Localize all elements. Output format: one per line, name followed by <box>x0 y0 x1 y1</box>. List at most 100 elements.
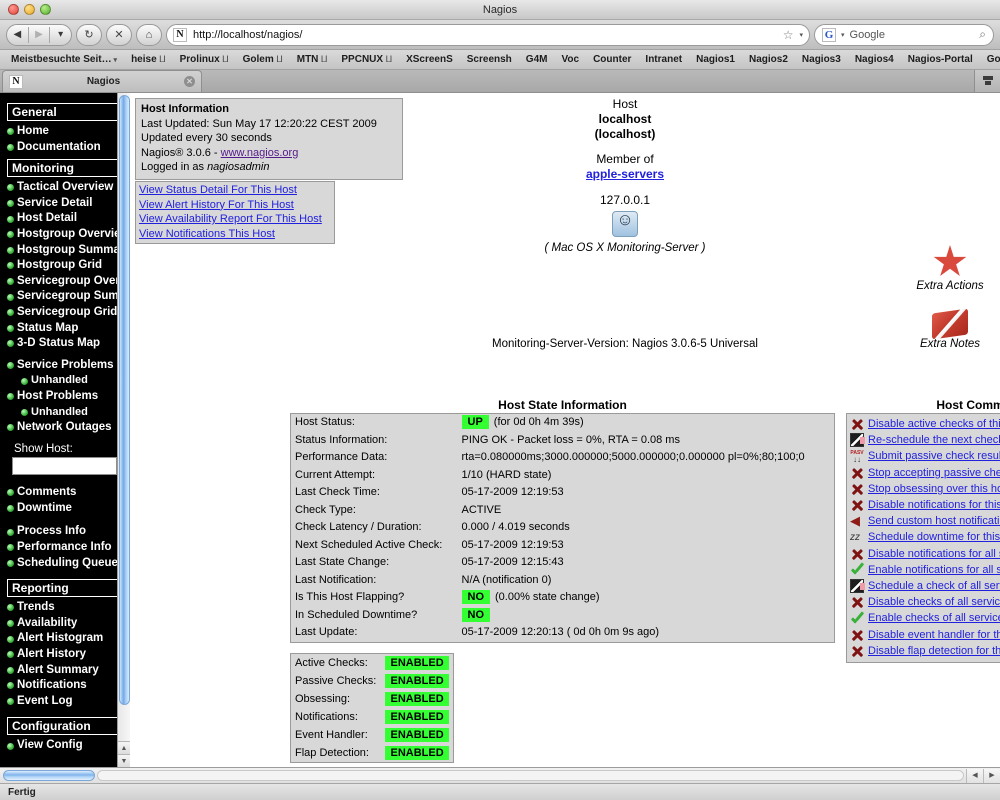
sidebar-item-event-log[interactable]: Event Log <box>4 694 128 710</box>
extra-notes-block[interactable]: Extra Notes <box>902 308 998 350</box>
reload-button[interactable]: ↻ <box>76 23 102 46</box>
extra-actions-block[interactable]: Extra Actions <box>902 245 998 292</box>
bookmark-item[interactable]: G4M <box>519 54 555 65</box>
bookmark-item[interactable]: Nagios3 <box>795 54 848 65</box>
sidebar-item-network-outages[interactable]: Network Outages <box>4 420 128 436</box>
sidebar-item-host-problems[interactable]: Host Problems <box>4 389 128 405</box>
horizontal-scroll-thumb[interactable] <box>3 770 95 781</box>
horizontal-scroll-track[interactable] <box>97 770 964 781</box>
sidebar-item-trends[interactable]: Trends <box>4 600 128 616</box>
chevron-down-icon[interactable]: ▾ <box>799 31 803 39</box>
host-command-link[interactable]: Enable notifications for all services on… <box>868 562 1000 578</box>
forward-button[interactable]: ▶ <box>29 25 50 45</box>
host-command-row[interactable]: Disable event handler for this host <box>850 627 1000 643</box>
bookmark-item[interactable]: XScreenS <box>399 54 460 65</box>
sidebar-scroll-thumb[interactable] <box>118 95 130 705</box>
home-button[interactable]: ⌂ <box>136 23 162 46</box>
bookmark-item[interactable]: heise ⨿ <box>124 54 173 65</box>
host-command-row[interactable]: Schedule downtime for this host <box>850 529 1000 546</box>
search-box[interactable]: G ▾ Google ⌕ <box>814 23 994 46</box>
host-command-row[interactable]: Send custom host notification <box>850 513 1000 529</box>
url-text[interactable]: http://localhost/nagios/ <box>193 29 777 41</box>
tab-list-button[interactable] <box>974 70 1000 92</box>
sidebar-item-hostgroup-grid[interactable]: Hostgroup Grid <box>4 258 128 274</box>
notes-icon[interactable] <box>932 308 968 340</box>
sidebar-item-downtime[interactable]: Downtime <box>4 501 128 517</box>
bookmark-item[interactable]: Nagios-Portal <box>901 54 980 65</box>
sidebar-item-hostgroup-overview[interactable]: Hostgroup Overview <box>4 227 129 243</box>
host-command-row[interactable]: Stop accepting passive checks for this h… <box>850 465 1000 481</box>
hostgroup-link[interactable]: apple-servers <box>586 167 664 181</box>
host-command-link[interactable]: Disable event handler for this host <box>868 627 1000 643</box>
sidebar-item-home[interactable]: Home <box>4 124 128 140</box>
sidebar-item-3-d-status-map[interactable]: 3-D Status Map <box>4 336 128 352</box>
sidebar-item-servicegroup-grid[interactable]: Servicegroup Grid <box>4 305 128 321</box>
host-command-link[interactable]: Submit passive check result for this hos… <box>868 448 1000 464</box>
sidebar-item-alert-histogram[interactable]: Alert Histogram <box>4 631 128 647</box>
host-command-link[interactable]: Disable notifications for this host <box>868 497 1000 513</box>
host-command-row[interactable]: Schedule a check of all services on this… <box>850 578 1000 594</box>
quick-link[interactable]: View Status Detail For This Host <box>139 183 331 198</box>
bookmark-item[interactable]: PPCNUX ⨿ <box>334 54 399 65</box>
sidebar-item-alert-summary[interactable]: Alert Summary <box>4 663 128 679</box>
host-command-link[interactable]: Schedule downtime for this host <box>868 529 1000 545</box>
search-input[interactable]: Google <box>850 29 975 41</box>
sidebar-item-status-map[interactable]: Status Map <box>4 321 128 337</box>
sidebar-item-tactical-overview[interactable]: Tactical Overview <box>4 180 128 196</box>
nagios-website-link[interactable]: www.nagios.org <box>221 147 299 159</box>
host-command-row[interactable]: Stop obsessing over this host <box>850 481 1000 497</box>
search-engine-chevron-icon[interactable]: ▾ <box>841 31 845 39</box>
bookmark-item[interactable]: Nagios4 <box>848 54 901 65</box>
sidebar-item-hostgroup-summary[interactable]: Hostgroup Summary <box>4 243 130 259</box>
sidebar-item-documentation[interactable]: Documentation <box>4 140 128 156</box>
scroll-left-icon[interactable]: ◀ <box>966 768 983 783</box>
back-button[interactable]: ◀ <box>7 25 28 45</box>
sidebar-item-host-detail[interactable]: Host Detail <box>4 211 128 227</box>
sidebar-item-availability[interactable]: Availability <box>4 616 128 632</box>
sidebar-item-alert-history[interactable]: Alert History <box>4 647 128 663</box>
sidebar-item-scheduling-queue[interactable]: Scheduling Queue <box>4 556 128 572</box>
quick-link[interactable]: View Availability Report For This Host <box>139 212 331 227</box>
bookmark-item[interactable]: MTN ⨿ <box>290 54 335 65</box>
back-forward-group[interactable]: ◀ ▶ ▾ <box>6 23 72 46</box>
host-command-link[interactable]: Disable flap detection for this host <box>868 643 1000 659</box>
scroll-up-icon[interactable]: ▲ <box>117 741 130 754</box>
sidebar-item-service-detail[interactable]: Service Detail <box>4 196 128 212</box>
sidebar-item-servicegroup-summary[interactable]: Servicegroup Summary <box>4 289 130 305</box>
bookmark-item[interactable]: Meistbesuchte Seit… ▾ <box>4 54 124 65</box>
sidebar-scroll-buttons[interactable]: ▲ ▼ <box>117 741 130 767</box>
host-command-link[interactable]: Send custom host notification <box>868 513 1000 529</box>
host-command-link[interactable]: Re-schedule the next check of this host <box>868 432 1000 448</box>
host-command-link[interactable]: Stop accepting passive checks for this h… <box>868 465 1000 481</box>
host-command-link[interactable]: Enable checks of all services on this ho… <box>868 610 1000 626</box>
quick-link[interactable]: View Alert History For This Host <box>139 198 331 213</box>
tab-nagios[interactable]: N Nagios ✕ <box>2 70 202 92</box>
host-command-row[interactable]: Disable notifications for this host <box>850 497 1000 513</box>
history-dropdown-button[interactable]: ▾ <box>50 25 71 45</box>
sidebar-item-servicegroup-overview[interactable]: Servicegroup Overview <box>4 274 130 290</box>
host-command-row[interactable]: Disable checks of all services on this h… <box>850 594 1000 610</box>
host-command-link[interactable]: Schedule a check of all services on this… <box>868 578 1000 594</box>
bookmark-item[interactable]: Golem ⨿ <box>236 54 290 65</box>
host-command-row[interactable]: Enable checks of all services on this ho… <box>850 610 1000 626</box>
page-horizontal-scrollbar[interactable]: ◀ ▶ <box>0 767 1000 783</box>
bookmark-item[interactable]: Nagios1 <box>689 54 742 65</box>
sidebar-item-view-config[interactable]: View Config <box>4 738 128 754</box>
bookmark-item[interactable]: Screensh <box>460 54 519 65</box>
host-command-row[interactable]: Disable notifications for all services o… <box>850 546 1000 562</box>
bookmark-item[interactable]: Google Analytics <box>980 54 1000 65</box>
host-command-link[interactable]: Disable checks of all services on this h… <box>868 594 1000 610</box>
host-command-row[interactable]: Enable notifications for all services on… <box>850 562 1000 578</box>
sidebar-item-performance-info[interactable]: Performance Info <box>4 540 128 556</box>
host-command-link[interactable]: Stop obsessing over this host <box>868 481 1000 497</box>
bookmark-item[interactable]: Counter <box>586 54 638 65</box>
host-command-row[interactable]: Re-schedule the next check of this host <box>850 432 1000 448</box>
bookmark-item[interactable]: Nagios2 <box>742 54 795 65</box>
bookmark-item[interactable]: Voc <box>554 54 586 65</box>
show-host-input[interactable] <box>12 456 117 475</box>
sidebar-vertical-scrollbar[interactable]: ▲ ▼ <box>117 93 130 767</box>
quick-link[interactable]: View Notifications This Host <box>139 227 331 242</box>
host-command-link[interactable]: Disable notifications for all services o… <box>868 546 1000 562</box>
host-command-row[interactable]: Disable flap detection for this host <box>850 643 1000 659</box>
bookmark-item[interactable]: Prolinux ⨿ <box>173 54 236 65</box>
